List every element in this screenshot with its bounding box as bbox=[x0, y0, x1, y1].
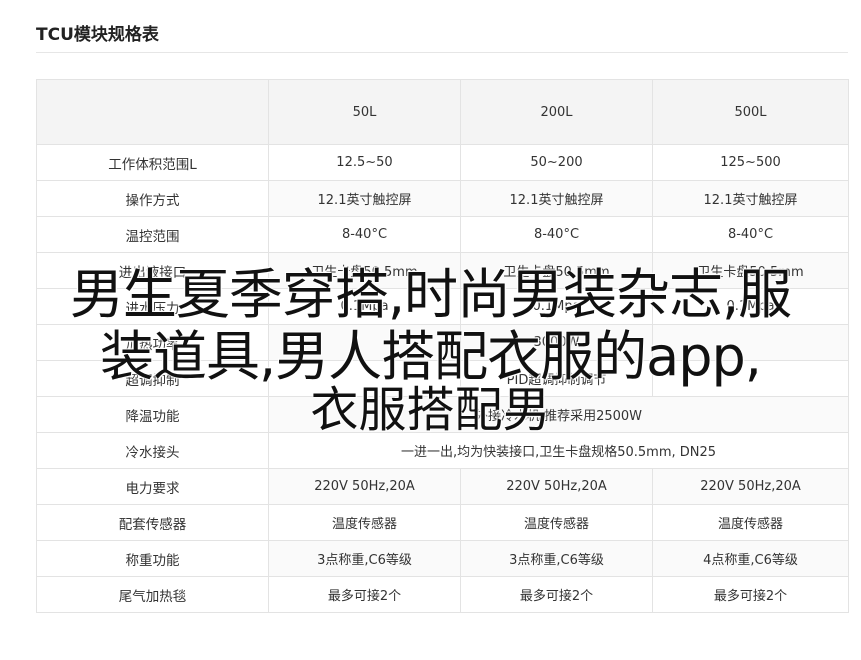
table-cell: 8-40°C bbox=[460, 216, 653, 253]
table-cell: 220V 50Hz,20A bbox=[652, 468, 849, 505]
title-divider bbox=[36, 52, 848, 53]
row-label: 温控范围 bbox=[36, 216, 269, 253]
table-row: 加热功率 3000W bbox=[36, 324, 849, 361]
table-cell: PID超调抑制调节 bbox=[460, 360, 653, 397]
row-label: 电力要求 bbox=[36, 468, 269, 505]
row-label: 进水压力 bbox=[36, 288, 269, 325]
table-row: 操作方式 12.1英寸触控屏 12.1英寸触控屏 12.1英寸触控屏 bbox=[36, 180, 849, 217]
table-row: 温控范围 8-40°C 8-40°C 8-40°C bbox=[36, 216, 849, 253]
table-row: 称重功能 3点称重,C6等级 3点称重,C6等级 4点称重,C6等级 bbox=[36, 540, 849, 577]
table-row: 电力要求 220V 50Hz,20A 220V 50Hz,20A 220V 50Hz,… bbox=[36, 468, 849, 505]
table-cell: 0.1Mpa bbox=[652, 288, 849, 325]
table-cell bbox=[652, 324, 849, 361]
row-label: 超调抑制 bbox=[36, 360, 269, 397]
row-label: 加热功率 bbox=[36, 324, 269, 361]
header-cell: 50L bbox=[268, 79, 461, 145]
table-cell: 12.1英寸触控屏 bbox=[460, 180, 653, 217]
header-cell bbox=[36, 79, 269, 145]
table-cell: 卫生卡盘50.5mm bbox=[268, 252, 461, 289]
table-cell: 50~200 bbox=[460, 144, 653, 181]
table-cell: 8-40°C bbox=[268, 216, 461, 253]
table-row: 配套传感器 温度传感器 温度传感器 温度传感器 bbox=[36, 504, 849, 541]
table-row: 尾气加热毯 最多可接2个 最多可接2个 最多可接2个 bbox=[36, 576, 849, 613]
table-cell: 温度传感器 bbox=[652, 504, 849, 541]
table-row: 超调抑制 PID超调抑制调节 bbox=[36, 360, 849, 397]
table-cell: 最多可接2个 bbox=[652, 576, 849, 613]
table-cell: 温度传感器 bbox=[460, 504, 653, 541]
table-cell bbox=[268, 324, 461, 361]
row-label: 操作方式 bbox=[36, 180, 269, 217]
row-label: 冷水接头 bbox=[36, 432, 269, 469]
table-cell: 3000W bbox=[460, 324, 653, 361]
table-cell bbox=[652, 360, 849, 397]
table-cell: 最多可接2个 bbox=[268, 576, 461, 613]
table-cell: 3点称重,C6等级 bbox=[268, 540, 461, 577]
table-header-row: 50L 200L 500L bbox=[36, 79, 849, 145]
table-cell: 0.1Mpa bbox=[460, 288, 653, 325]
table-cell: 最多可接2个 bbox=[460, 576, 653, 613]
table-cell bbox=[268, 360, 461, 397]
table-cell: 12.5~50 bbox=[268, 144, 461, 181]
table-cell: 卫生卡盘50.5mm bbox=[652, 252, 849, 289]
spec-table: 50L 200L 500L 工作体积范围L 12.5~50 50~200 125~50… bbox=[36, 79, 849, 613]
row-label: 进出液接口 bbox=[36, 252, 269, 289]
header-cell: 200L bbox=[460, 79, 653, 145]
table-cell: 125~500 bbox=[652, 144, 849, 181]
row-label: 称重功能 bbox=[36, 540, 269, 577]
table-row: 工作体积范围L 12.5~50 50~200 125~500 bbox=[36, 144, 849, 181]
row-label: 工作体积范围L bbox=[36, 144, 269, 181]
table-row: 进出液接口 卫生卡盘50.5mm 卫生卡盘50.5mm 卫生卡盘50.5mm bbox=[36, 252, 849, 289]
row-label: 降温功能 bbox=[36, 396, 269, 433]
table-cell: 12.1英寸触控屏 bbox=[268, 180, 461, 217]
table-cell: 220V 50Hz,20A bbox=[268, 468, 461, 505]
table-cell: 卫生卡盘50.5mm bbox=[460, 252, 653, 289]
row-label: 配套传感器 bbox=[36, 504, 269, 541]
table-cell: 温度传感器 bbox=[268, 504, 461, 541]
table-cell: 220V 50Hz,20A bbox=[460, 468, 653, 505]
table-cell: 4点称重,C6等级 bbox=[652, 540, 849, 577]
table-row: 进水压力 0.1Mpa 0.1Mpa 0.1Mpa bbox=[36, 288, 849, 325]
page-title: TCU模块规格表 bbox=[36, 25, 159, 45]
table-cell: 0.1Mpa bbox=[268, 288, 461, 325]
table-cell: 8-40°C bbox=[652, 216, 849, 253]
row-label: 尾气加热毯 bbox=[36, 576, 269, 613]
table-cell: 3点称重,C6等级 bbox=[460, 540, 653, 577]
table-row: 降温功能 外接冷水机,推荐采用2500W bbox=[36, 396, 849, 433]
table-row: 冷水接头 一进一出,均为快装接口,卫生卡盘规格50.5mm, DN25 bbox=[36, 432, 849, 469]
table-cell: 外接冷水机,推荐采用2500W bbox=[268, 396, 849, 433]
table-cell: 12.1英寸触控屏 bbox=[652, 180, 849, 217]
header-cell: 500L bbox=[652, 79, 849, 145]
table-cell: 一进一出,均为快装接口,卫生卡盘规格50.5mm, DN25 bbox=[268, 432, 849, 469]
